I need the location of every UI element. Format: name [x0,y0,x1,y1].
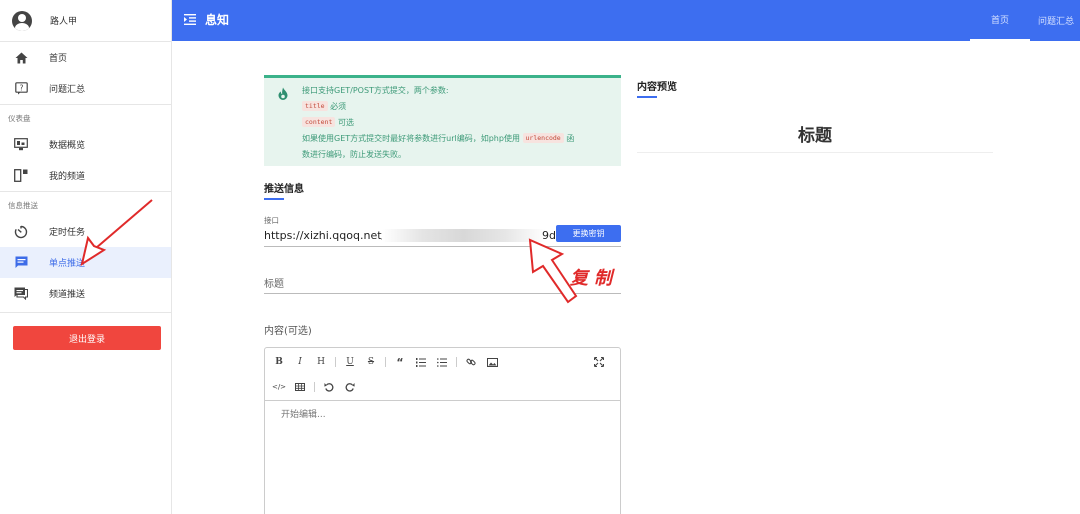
arrow-to-single-push-icon [80,199,153,267]
annotation-arrows [80,199,578,304]
copy-annotation: 复制 [570,268,618,289]
app-root: 路人甲 首页 ? 问题汇总 仪表盘 数据概览 我的频道 信息推送 定时任务 单点… [0,0,1080,514]
